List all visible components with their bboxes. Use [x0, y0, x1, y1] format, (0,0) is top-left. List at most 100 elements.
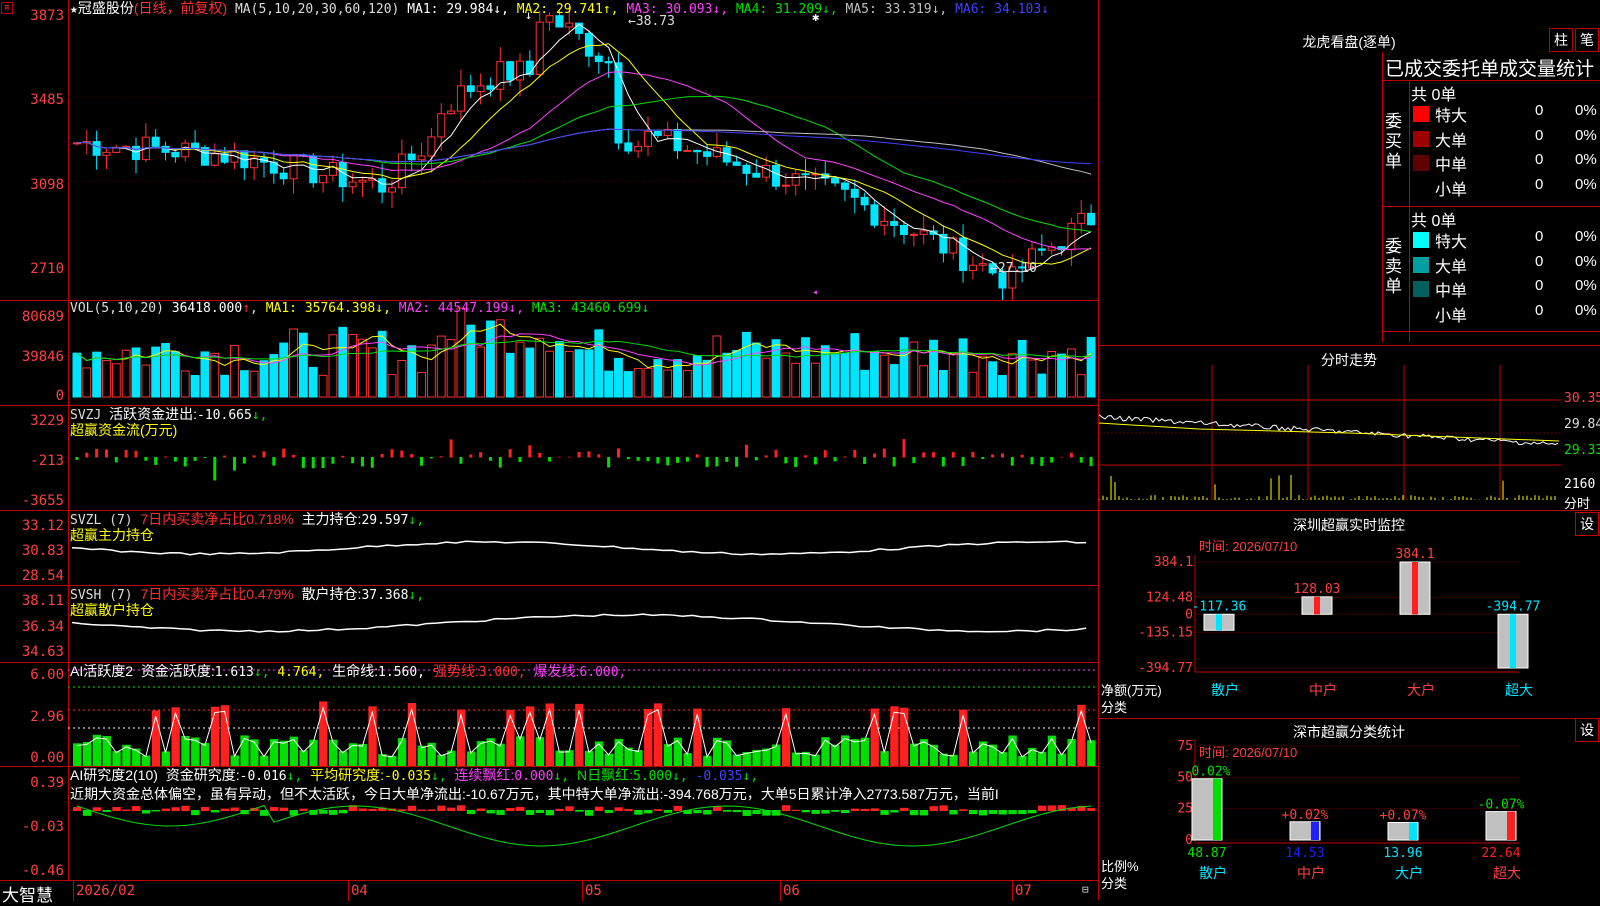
flow-bar	[636, 457, 640, 461]
volume-bar	[870, 350, 879, 398]
candle	[319, 174, 328, 184]
y-label: 0	[55, 388, 64, 404]
research-bar	[594, 806, 604, 811]
volume-bar	[515, 341, 525, 398]
candle	[466, 85, 475, 92]
activity-bar	[1018, 755, 1027, 766]
activity-bar	[762, 748, 771, 766]
flow-bar	[685, 457, 689, 462]
candle	[279, 172, 288, 180]
volume-bar	[968, 371, 978, 398]
brand-logo: 大智慧	[2, 886, 53, 905]
flow-bar	[351, 457, 355, 464]
research-bar	[880, 810, 889, 815]
sz-monitor-chart[interactable]: 384.1124.480-135.15-394.77-117.36散户128.0…	[1099, 510, 1600, 718]
research-bar	[870, 808, 879, 811]
kline-panel[interactable]: 3873 3485 3098 2710 ★冠盛股份(日线，前复权) MA(5,1…	[0, 0, 1098, 301]
sz-monitor-panel[interactable]: 深圳超赢实时监控 设 时间: 2026/07/10 384.1 124.48 0 -1…	[1099, 510, 1600, 719]
sz-class-panel[interactable]: 深市超赢分类统计 设 时间: 2026/07/10 75 50 25 0 -0.02% 4…	[1099, 718, 1600, 900]
flow-bar	[823, 450, 827, 458]
volume-bar	[633, 368, 643, 398]
divider	[1382, 331, 1600, 332]
flow-bar	[705, 457, 709, 467]
svzj-panel[interactable]: 3229 -213 -3655 SVZJ 活跃资金进出:-10.665↓, 超赢…	[0, 405, 1098, 511]
y-label: 2.96	[30, 709, 64, 725]
volume-bar	[702, 359, 712, 398]
volume-bar	[564, 350, 574, 398]
value-label: 13.96	[1383, 846, 1422, 861]
y-label: 2710	[30, 261, 64, 277]
ma-line	[76, 128, 1092, 165]
svsh-panel[interactable]: 38.11 36.34 34.63 SVSH (7) 7日内买卖净占比0.479…	[0, 585, 1098, 663]
tick-view-button[interactable]: 笔	[1575, 28, 1599, 52]
class-bar-core	[1311, 821, 1319, 840]
research-bar	[831, 810, 840, 812]
lock-icon[interactable]: ⊟	[1082, 883, 1089, 896]
candle	[191, 142, 200, 149]
panel-toggle-icon[interactable]: ≡	[1, 2, 13, 14]
volume-bar	[1027, 359, 1037, 398]
volume-bar	[978, 355, 988, 398]
svzl-panel[interactable]: 33.12 30.83 28.54 SVZL (7) 7日内买卖净占比0.718…	[0, 510, 1098, 586]
ai-research-panel[interactable]: 0.39 -0.03 -0.46 AI研究度2(10) 资金研究度:-0.016…	[0, 766, 1098, 880]
candle	[92, 141, 101, 156]
candle	[132, 145, 140, 161]
candle	[772, 164, 780, 187]
volume-bar	[170, 351, 180, 398]
activity-bar	[1077, 704, 1086, 766]
volume-bar	[840, 352, 850, 398]
candle	[978, 263, 987, 266]
flow-bar	[538, 452, 542, 458]
intraday-chart[interactable]	[1099, 345, 1600, 510]
volume-bar	[742, 331, 751, 398]
research-bar	[722, 810, 732, 812]
research-bar	[673, 805, 682, 811]
activity-bar	[604, 753, 614, 766]
research-bar	[900, 807, 909, 811]
research-bar	[919, 810, 929, 816]
activity-bar	[309, 739, 318, 766]
volume-bar	[948, 353, 958, 398]
bar-view-button[interactable]: 柱	[1549, 28, 1573, 52]
category-label: 大户	[1407, 682, 1435, 698]
order-size-label: 小单	[1435, 307, 1468, 325]
sell-side-label: 委卖单	[1385, 237, 1402, 296]
activity-bar	[1067, 738, 1076, 766]
research-bar	[269, 807, 279, 811]
dragon-tiger-panel[interactable]: 龙虎看盘(逐单) 柱 笔 已成交委托单成交量统计 委买单 委卖单 共 0单 特大…	[1099, 0, 1600, 346]
research-bar	[319, 810, 328, 814]
candle	[909, 233, 918, 236]
candle	[171, 151, 180, 158]
favorite-star-icon[interactable]: ★	[70, 2, 78, 17]
flow-bar	[242, 457, 246, 464]
color-swatch	[1413, 281, 1429, 297]
activity-line	[76, 706, 1092, 759]
intraday-panel[interactable]: 分时走势 30.35 29.84 29.33 2160 分时	[1099, 345, 1600, 511]
volume-panel[interactable]: 80689 39846 0 VOL(5,10,20) 36418.000↑, M…	[0, 300, 1098, 406]
research-bar	[496, 810, 505, 815]
kline-chart[interactable]	[0, 0, 1098, 300]
volume-bar	[397, 360, 407, 398]
research-bar	[161, 808, 170, 811]
volume-bar	[239, 370, 249, 398]
candle	[565, 22, 574, 28]
activity-bar	[171, 707, 180, 766]
ai-activity-panel[interactable]: 6.00 2.96 0.00 AI活跃度2 资金活跃度:1.613↓, 4.76…	[0, 662, 1098, 767]
activity-bar	[407, 702, 417, 766]
volume-bar	[850, 333, 860, 398]
activity-bar	[210, 706, 220, 766]
flow-bar	[813, 457, 817, 465]
candle	[427, 136, 436, 157]
flow-bar	[370, 457, 374, 468]
volume-bar	[1037, 373, 1047, 398]
event-marker-icon[interactable]: ↓	[525, 8, 532, 22]
flow-bar	[262, 451, 266, 458]
research-bar	[230, 807, 239, 811]
candle	[584, 32, 593, 57]
order-count: 0	[1535, 301, 1544, 319]
flow-bar	[587, 451, 591, 458]
sz-class-chart[interactable]: 7550250-0.02%48.87散户+0.02%14.53中户+0.07%1…	[1099, 718, 1600, 900]
x-axis: 大智慧 2026/02 04 05 06 07 ⊟	[0, 880, 1098, 905]
event-marker-icon[interactable]: ✱	[812, 10, 819, 24]
kline-header: ★冠盛股份(日线，前复权) MA(5,10,20,30,60,120) MA1:…	[70, 0, 1049, 18]
